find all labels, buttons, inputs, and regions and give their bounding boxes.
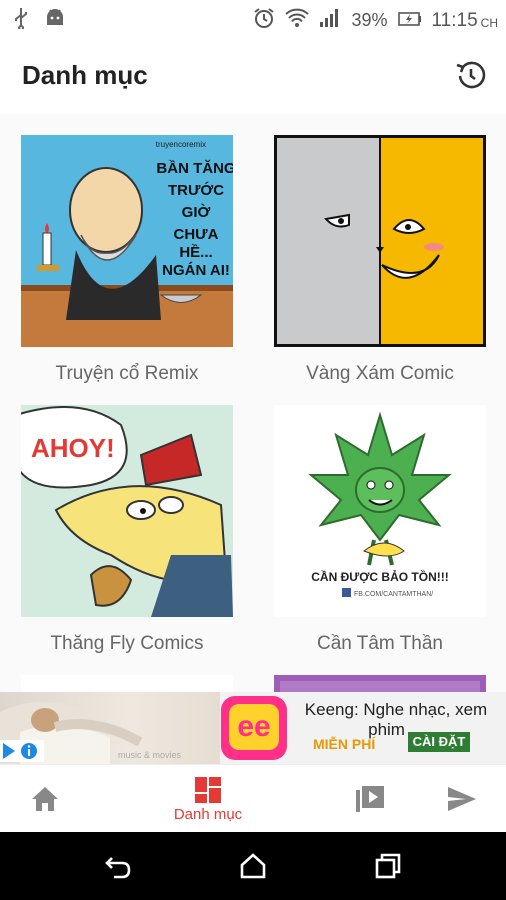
nav-send[interactable] (434, 765, 490, 833)
back-button[interactable] (104, 852, 132, 885)
recents-button[interactable] (374, 852, 402, 885)
clock-time: 11:15 (431, 9, 478, 31)
alarm-icon (253, 7, 275, 34)
home-outline-icon (240, 853, 266, 879)
ad-install-button[interactable]: CÀI ĐẶT (408, 732, 470, 752)
ad-photo-caption: music & movies (118, 750, 182, 760)
thumbnail-credit: FB.COM/CANTAMTHAN/ (354, 591, 433, 598)
home-icon (32, 787, 58, 811)
recents-icon (375, 853, 401, 879)
svg-text:BẦN TĂNG: BẦN TĂNG (156, 160, 233, 177)
category-thumbnail: CẦN ĐƯỢC BẢO TỒN!!! FB.COM/CANTAMTHAN/ (274, 405, 486, 617)
ad-banner[interactable]: music & movies ee Keeng: Nghe nhạc, xem … (0, 692, 506, 764)
status-bar: 39% 11:15 CH (0, 0, 506, 36)
history-icon (456, 61, 486, 89)
battery-icon (397, 10, 422, 31)
signal-icon (319, 8, 341, 33)
category-card-thang-fly-comics[interactable]: AHOY! Thăng Fly Comics (21, 405, 233, 655)
page-title: Danh mục (22, 60, 148, 90)
home-button[interactable] (239, 852, 267, 885)
wifi-icon (285, 8, 310, 33)
category-label: Thăng Fly Comics (50, 633, 204, 654)
nav-home[interactable] (20, 765, 70, 833)
category-grid: truyencoremix BẦN TĂNG TRƯỚC GIỜ CHƯA HỀ… (0, 114, 506, 694)
svg-text:CHƯA: CHƯA (174, 226, 219, 243)
svg-text:HỀ...: HỀ... (179, 244, 212, 261)
thumbnail-shout: AHOY! (31, 433, 115, 463)
android-icon (44, 7, 66, 34)
category-thumbnail: truyencoremix BẦN TĂNG TRƯỚC GIỜ CHƯA HỀ… (21, 135, 233, 347)
nav-categories[interactable]: Danh mục (158, 765, 258, 833)
category-thumbnail (274, 135, 486, 347)
category-card-can-tam-than[interactable]: CẦN ĐƯỢC BẢO TỒN!!! FB.COM/CANTAMTHAN/ C… (274, 405, 486, 655)
category-label: Vàng Xám Comic (306, 363, 454, 384)
system-navigation-bar (0, 832, 506, 900)
nav-playlist[interactable] (345, 765, 395, 833)
bottom-navigation: Danh mục (0, 764, 506, 832)
category-thumbnail: AHOY! (21, 405, 233, 617)
ad-app-logo: ee (221, 696, 287, 760)
ad-choices-icon (3, 743, 15, 759)
svg-text:TRƯỚC: TRƯỚC (168, 181, 224, 199)
nav-categories-label: Danh mục (173, 805, 243, 823)
thumbnail-credit: truyencoremix (156, 140, 206, 149)
category-card-truyen-co-remix[interactable]: truyencoremix BẦN TĂNG TRƯỚC GIỜ CHƯA HỀ… (21, 135, 233, 385)
svg-text:GIỜ: GIỜ (182, 203, 211, 221)
usb-icon (14, 7, 28, 34)
category-label: Truyện cổ Remix (55, 363, 199, 384)
thumbnail-caption: CẦN ĐƯỢC BẢO TỒN!!! (311, 569, 449, 584)
send-icon (448, 787, 476, 811)
back-icon (105, 857, 131, 879)
info-icon (21, 743, 37, 759)
dashboard-icon (195, 776, 221, 803)
app-bar: Danh mục (0, 36, 506, 114)
clock-ampm: CH (480, 16, 498, 30)
category-label: Cần Tâm Thần (316, 633, 444, 654)
video-library-icon (356, 786, 384, 812)
ad-choices[interactable] (0, 740, 44, 762)
refresh-button[interactable] (452, 56, 490, 94)
svg-text:NGÁN AI!: NGÁN AI! (162, 262, 230, 279)
ad-app-logo-text: ee (229, 704, 279, 750)
ad-free-label: MIỄN PHÍ (313, 736, 376, 752)
category-card-vang-xam-comic[interactable]: Vàng Xám Comic (274, 135, 486, 385)
battery-percent: 39% (351, 10, 388, 30)
